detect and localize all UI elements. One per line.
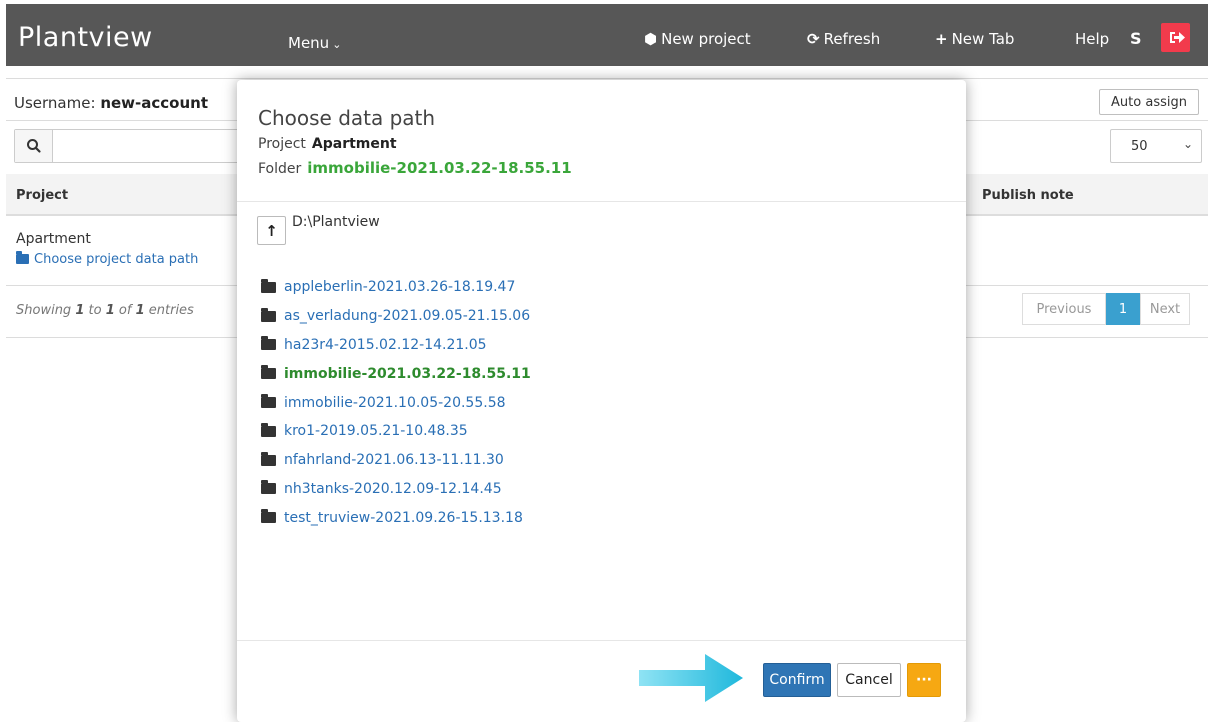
sign-out-icon bbox=[1170, 32, 1185, 43]
folder-icon bbox=[261, 278, 276, 293]
table-info-suffix: entries bbox=[148, 303, 194, 318]
page-size-select[interactable]: 50 ⌄ bbox=[1110, 129, 1202, 163]
chevron-down-icon: ⌄ bbox=[1183, 137, 1194, 151]
project-value: Apartment bbox=[311, 136, 397, 152]
pagination-next[interactable]: Next bbox=[1140, 293, 1190, 325]
folder-item[interactable]: nfahrland-2021.06.13-11.11.30 bbox=[261, 446, 531, 475]
arrow-right-icon bbox=[639, 654, 743, 702]
folder-icon bbox=[261, 509, 276, 524]
folder-icon bbox=[261, 451, 276, 466]
dialog-divider bbox=[237, 201, 966, 202]
column-header-project[interactable]: Project bbox=[16, 188, 68, 203]
folder-name: as_verladung-2021.09.05-21.15.06 bbox=[284, 308, 531, 325]
top-navbar: Plantview Menu ⌄ ⬢ New project ⟳ Refresh + N… bbox=[6, 4, 1208, 66]
table-info-to-word: to bbox=[88, 303, 102, 318]
search-button[interactable] bbox=[15, 130, 53, 162]
dialog-divider bbox=[237, 640, 966, 641]
username-label: Username: bbox=[14, 94, 96, 112]
table-cell-project: Apartment bbox=[16, 231, 91, 247]
pagination: Previous 1 Next bbox=[1022, 293, 1190, 325]
table-info-to: 1 bbox=[105, 303, 115, 318]
refresh-button[interactable]: ⟳ Refresh bbox=[807, 30, 880, 48]
folder-name: appleberlin-2021.03.26-18.19.47 bbox=[284, 279, 516, 296]
table-info-prefix: Showing bbox=[16, 303, 72, 318]
brand-logo[interactable]: Plantview bbox=[18, 22, 153, 53]
table-info-from: 1 bbox=[75, 303, 85, 318]
folder-icon bbox=[16, 251, 29, 264]
dialog-project-line: Project Apartment bbox=[258, 136, 397, 152]
pagination-previous[interactable]: Previous bbox=[1022, 293, 1106, 325]
new-tab-label: New Tab bbox=[951, 30, 1015, 48]
folder-name: nh3tanks-2020.12.09-12.14.45 bbox=[284, 480, 502, 497]
folder-item[interactable]: nh3tanks-2020.12.09-12.14.45 bbox=[261, 475, 531, 504]
folder-icon bbox=[261, 422, 276, 437]
username-value: new-account bbox=[100, 94, 208, 112]
divider bbox=[6, 78, 1208, 79]
folder-item[interactable]: immobilie-2021.10.05-20.55.58 bbox=[261, 388, 531, 417]
confirm-button[interactable]: Confirm bbox=[763, 663, 831, 697]
menu-label: Menu bbox=[288, 34, 330, 52]
folder-item[interactable]: immobilie-2021.03.22-18.55.11 bbox=[261, 359, 531, 388]
arrow-up-icon: ↑ bbox=[265, 221, 278, 240]
folder-icon bbox=[261, 394, 276, 409]
dialog-title: Choose data path bbox=[258, 106, 436, 130]
username-display: Username: new-account bbox=[14, 94, 208, 112]
dialog-folder-line: Folder immobilie-2021.03.22-18.55.11 bbox=[258, 159, 572, 177]
folder-name: immobilie-2021.10.05-20.55.58 bbox=[284, 394, 506, 411]
parent-folder-button[interactable]: ↑ bbox=[257, 216, 286, 245]
chevron-down-icon: ⌄ bbox=[332, 38, 342, 51]
folder-item[interactable]: appleberlin-2021.03.26-18.19.47 bbox=[261, 273, 531, 302]
table-info-of-word: of bbox=[118, 303, 132, 318]
user-menu[interactable]: S bbox=[1130, 29, 1142, 48]
cancel-button[interactable]: Cancel bbox=[837, 663, 901, 697]
folder-name: kro1-2019.05.21-10.48.35 bbox=[284, 423, 468, 440]
folder-name: nfahrland-2021.06.13-11.11.30 bbox=[284, 452, 504, 469]
folder-name: test_truview-2021.09.26-15.13.18 bbox=[284, 509, 523, 526]
new-project-label: New project bbox=[661, 30, 751, 48]
more-options-button[interactable]: ··· bbox=[907, 663, 941, 697]
folder-icon bbox=[261, 307, 276, 322]
refresh-icon: ⟳ bbox=[807, 30, 820, 48]
table-info-total: 1 bbox=[135, 303, 145, 318]
folder-icon bbox=[261, 336, 276, 351]
folder-item[interactable]: kro1-2019.05.21-10.48.35 bbox=[261, 417, 531, 446]
folder-item[interactable]: ha23r4-2015.02.12-14.21.05 bbox=[261, 331, 531, 360]
folder-list: appleberlin-2021.03.26-18.19.47 as_verlad… bbox=[261, 273, 531, 532]
auto-assign-button[interactable]: Auto assign bbox=[1099, 89, 1199, 115]
folder-value: immobilie-2021.03.22-18.55.11 bbox=[307, 159, 572, 177]
logout-button[interactable] bbox=[1161, 23, 1190, 52]
table-info: Showing 1 to 1 of 1 entries bbox=[16, 303, 194, 318]
menu-dropdown[interactable]: Menu ⌄ bbox=[288, 34, 341, 52]
search-icon bbox=[27, 139, 41, 153]
folder-item[interactable]: test_truview-2021.09.26-15.13.18 bbox=[261, 503, 531, 532]
plus-icon: + bbox=[935, 30, 948, 48]
choose-data-path-link[interactable]: Choose project data path bbox=[16, 251, 199, 267]
folder-item[interactable]: as_verladung-2021.09.05-21.15.06 bbox=[261, 302, 531, 331]
current-path: D:\Plantview bbox=[292, 214, 380, 230]
refresh-label: Refresh bbox=[823, 30, 881, 48]
help-link[interactable]: Help bbox=[1075, 30, 1109, 48]
cube-icon: ⬢ bbox=[644, 30, 658, 48]
folder-icon bbox=[261, 365, 276, 380]
search-box[interactable] bbox=[14, 129, 254, 163]
choose-data-path-label: Choose project data path bbox=[34, 252, 199, 267]
folder-icon bbox=[261, 480, 276, 495]
column-header-publish-note[interactable]: Publish note bbox=[982, 188, 1074, 203]
choose-data-path-dialog: Choose data path Project Apartment Folder… bbox=[237, 80, 966, 722]
new-tab-button[interactable]: + New Tab bbox=[935, 30, 1014, 48]
page-size-value: 50 bbox=[1131, 139, 1148, 154]
folder-name: immobilie-2021.03.22-18.55.11 bbox=[284, 365, 531, 382]
folder-name: ha23r4-2015.02.12-14.21.05 bbox=[284, 336, 487, 353]
new-project-button[interactable]: ⬢ New project bbox=[644, 30, 751, 48]
folder-label: Folder bbox=[258, 161, 302, 177]
project-label: Project bbox=[258, 136, 306, 152]
pagination-page-1[interactable]: 1 bbox=[1106, 293, 1140, 325]
